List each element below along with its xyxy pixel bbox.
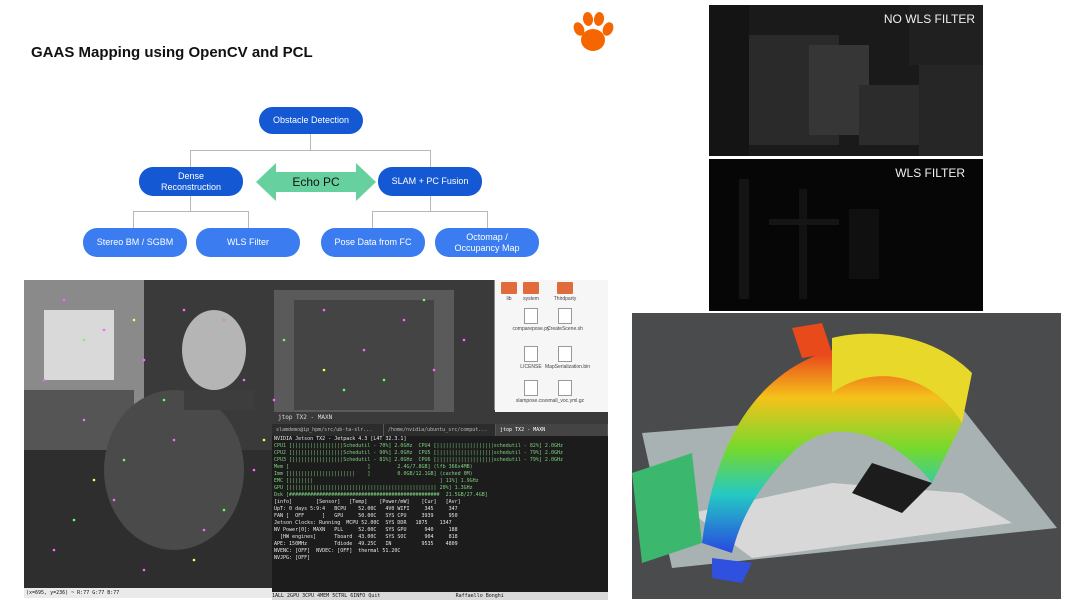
file-browser: lib system Thirdparty comparepose.py Cre…	[495, 280, 608, 412]
connector-line	[248, 211, 249, 229]
jtop-terminal-window[interactable]: jtop TX2 - MAXN slamdemo@ip_hpm/src/ub-t…	[272, 412, 608, 600]
terminal-title-bar: jtop TX2 - MAXN	[272, 412, 608, 424]
terminal-tab-active[interactable]: jtop TX2 - MAXN	[496, 424, 608, 436]
terminal-header: NVIDIA Jetson TX2 - Jetpack 4.3 [L4T 32.…	[274, 436, 407, 442]
terminal-tab[interactable]: /home/nvidia/ubuntu_src/comput...	[384, 424, 496, 436]
pixel-readout: (x=695, y=236) ~ R:77 G:77 B:77	[24, 588, 274, 598]
depth-map-no-wls: NO WLS FILTER	[709, 5, 983, 156]
connector-line	[372, 211, 373, 229]
terminal-info-row: NVJPG: [OFF]	[274, 555, 311, 561]
terminal-info-row: [HW engines] Tboard 43.00C SYS SOC 904 8…	[274, 534, 458, 540]
file-icon	[524, 308, 538, 324]
node-dense-reconstruction: Dense Reconstruction	[139, 167, 243, 196]
terminal-line: EMC [|||||||| ] 11%] 1.9GHz	[274, 478, 479, 484]
file-item[interactable]: Thirdparty	[545, 282, 585, 302]
terminal-info-row: Jetson Clocks: Running MCPU 52.00C SYS D…	[274, 520, 452, 526]
terminal-tab[interactable]: slamdemo@ip_hpm/src/ub-ta-slr...	[272, 424, 384, 436]
node-octomap: Octomap / Occupancy Map	[435, 228, 539, 257]
file-icon	[524, 380, 538, 396]
terminal-line: Dsk [###################################…	[274, 492, 488, 498]
terminal-line: CPU1 [|||||||||||||||||Schedutil - 70%] …	[274, 443, 563, 449]
file-item[interactable]: MapSerialization.bin	[545, 346, 590, 370]
terminal-line: CPU3 [|||||||||||||||||Schedutil - 81%] …	[274, 457, 563, 463]
file-icon	[558, 346, 572, 362]
node-wls-filter: WLS Filter	[196, 228, 300, 257]
depth-map-wls: WLS FILTER	[709, 159, 983, 311]
terminal-menu-bar[interactable]: 1ALL 2GPU 3CPU 4MEM 5CTRL 6INFO Quit Raf…	[272, 592, 608, 600]
terminal-info-row: APE: 150MHz Tdiode 49.25C IN 9535 4809	[274, 541, 458, 547]
connector-line	[310, 133, 311, 151]
connector-line	[133, 211, 249, 212]
file-icon	[558, 308, 572, 324]
slide-title: GAAS Mapping using OpenCV and PCL	[31, 44, 313, 61]
echo-pc-label: Echo PC	[292, 175, 340, 189]
octomap-render-image	[632, 313, 1061, 599]
octomap-3d-view	[632, 313, 1061, 599]
node-slam-pc-fusion: SLAM + PC Fusion	[378, 167, 482, 196]
depth-noise-image	[709, 5, 983, 156]
terminal-info-row: NV Power[0]: MAXN PLL 52.00C SYS GPU 940…	[274, 527, 458, 533]
terminal-tabs: slamdemo@ip_hpm/src/ub-ta-slr... /home/n…	[272, 424, 608, 436]
folder-icon	[557, 282, 573, 294]
node-obstacle-detection: Obstacle Detection	[259, 107, 363, 134]
file-item[interactable]: small_voc.yml.gz	[545, 380, 585, 404]
paw-logo-icon	[573, 12, 614, 51]
terminal-info-row: NVENC: [OFF] NVDEC: [OFF] thermal 51.20C	[274, 548, 401, 554]
terminal-line: CPU2 [|||||||||||||||||Schedutil - 90%] …	[274, 450, 563, 456]
depth-label-wls: WLS FILTER	[895, 166, 965, 180]
connector-line	[190, 195, 191, 212]
terminal-line: GPU [|||||||||||||||||||||||||||||||||||…	[274, 485, 473, 491]
terminal-info-header: [info] [Sensor] [Temp] [Power/mW] [Cur] …	[274, 499, 461, 505]
connector-line	[430, 195, 431, 212]
folder-icon	[523, 282, 539, 294]
file-icon	[524, 346, 538, 362]
connector-line	[372, 211, 488, 212]
connector-line	[487, 211, 488, 229]
depth-filtered-image	[709, 159, 983, 311]
connector-line	[430, 150, 431, 168]
depth-label-no-wls: NO WLS FILTER	[883, 12, 975, 26]
file-icon	[558, 380, 572, 396]
terminal-info-row: FAN [ OFF ] GPU 50.00C SYS CPU 3939 950	[274, 513, 458, 519]
terminal-line: Imm [|||||||||||||||||||||| ] 0.0GB/12.1…	[274, 471, 473, 477]
connector-line	[190, 150, 431, 151]
node-pose-data: Pose Data from FC	[321, 228, 425, 257]
terminal-line: Mem [ ] 2.4G/7.8GB] (lfb 366x4MB)	[274, 464, 473, 470]
connector-line	[133, 211, 134, 229]
file-item[interactable]: CreateScene.sh	[545, 308, 585, 332]
node-stereo-bm: Stereo BM / SGBM	[83, 228, 187, 257]
connector-line	[190, 150, 191, 168]
terminal-info-row: UpT: 0 days 5:9:4 BCPU 52.00C 4V0 WIFI 3…	[274, 506, 458, 512]
